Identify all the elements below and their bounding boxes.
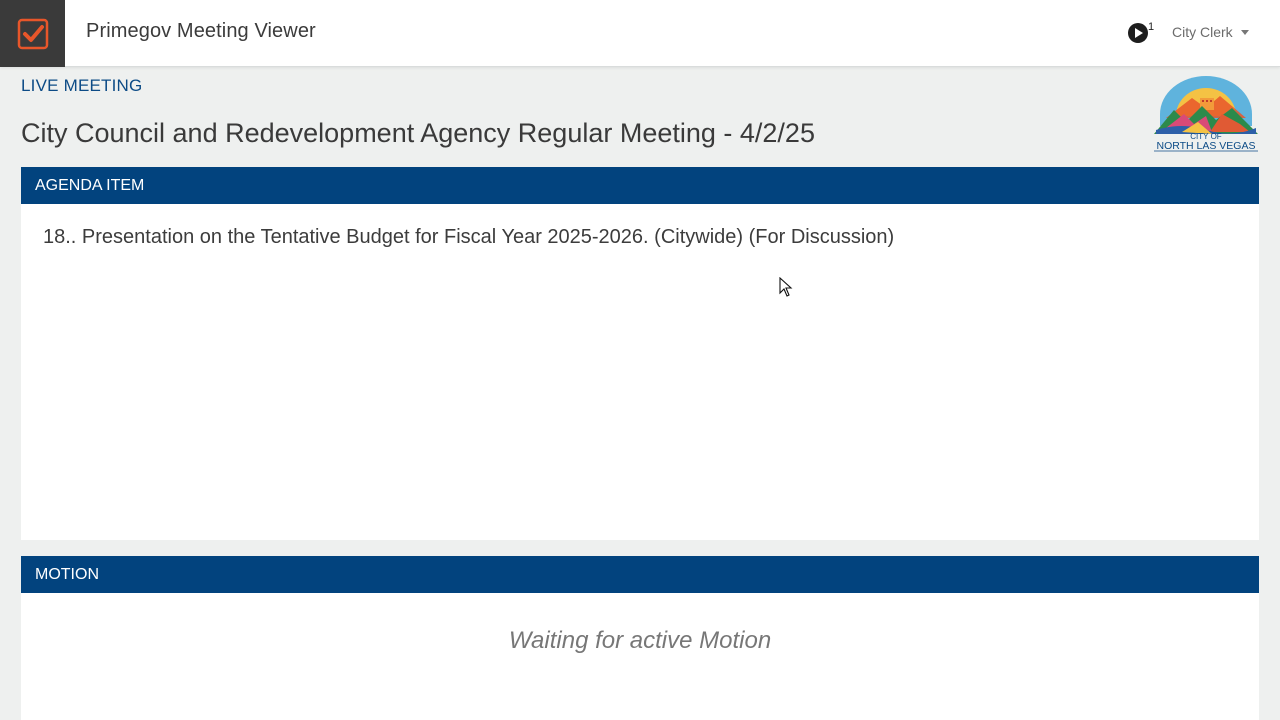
agenda-item-header: AGENDA ITEM: [21, 167, 1259, 204]
app-title: Primegov Meeting Viewer: [86, 20, 316, 42]
top-bar: Primegov Meeting Viewer 1 City Clerk: [0, 0, 1280, 67]
seal-line-2: NORTH LAS VEGAS: [1156, 140, 1255, 152]
user-menu-label: City Clerk: [1172, 24, 1233, 40]
motion-waiting-text: Waiting for active Motion: [508, 627, 772, 654]
live-meeting-label: LIVE MEETING: [21, 76, 143, 95]
live-count-badge: 1: [1148, 21, 1155, 33]
live-stream-indicator[interactable]: 1: [1127, 21, 1157, 46]
meeting-title: City Council and Redevelopment Agency Re…: [21, 118, 815, 148]
agenda-item-header-label: AGENDA ITEM: [35, 176, 145, 194]
caret-down-icon: [1240, 30, 1249, 35]
checkbox-checked-icon: [17, 18, 48, 49]
motion-panel: Waiting for active Motion: [21, 593, 1259, 720]
app-logo[interactable]: [0, 0, 65, 67]
mouse-cursor-icon: [779, 277, 793, 297]
agenda-item-panel: 18.. Presentation on the Tentative Budge…: [21, 204, 1259, 540]
agenda-item-text: 18.. Presentation on the Tentative Budge…: [43, 226, 895, 248]
motion-header-label: MOTION: [35, 565, 99, 583]
play-circle-icon: [1128, 23, 1148, 43]
city-seal-logo: CITY OF NORTH LAS VEGAS: [1154, 76, 1258, 152]
user-menu[interactable]: City Clerk: [1172, 24, 1249, 40]
motion-header: MOTION: [21, 556, 1259, 593]
